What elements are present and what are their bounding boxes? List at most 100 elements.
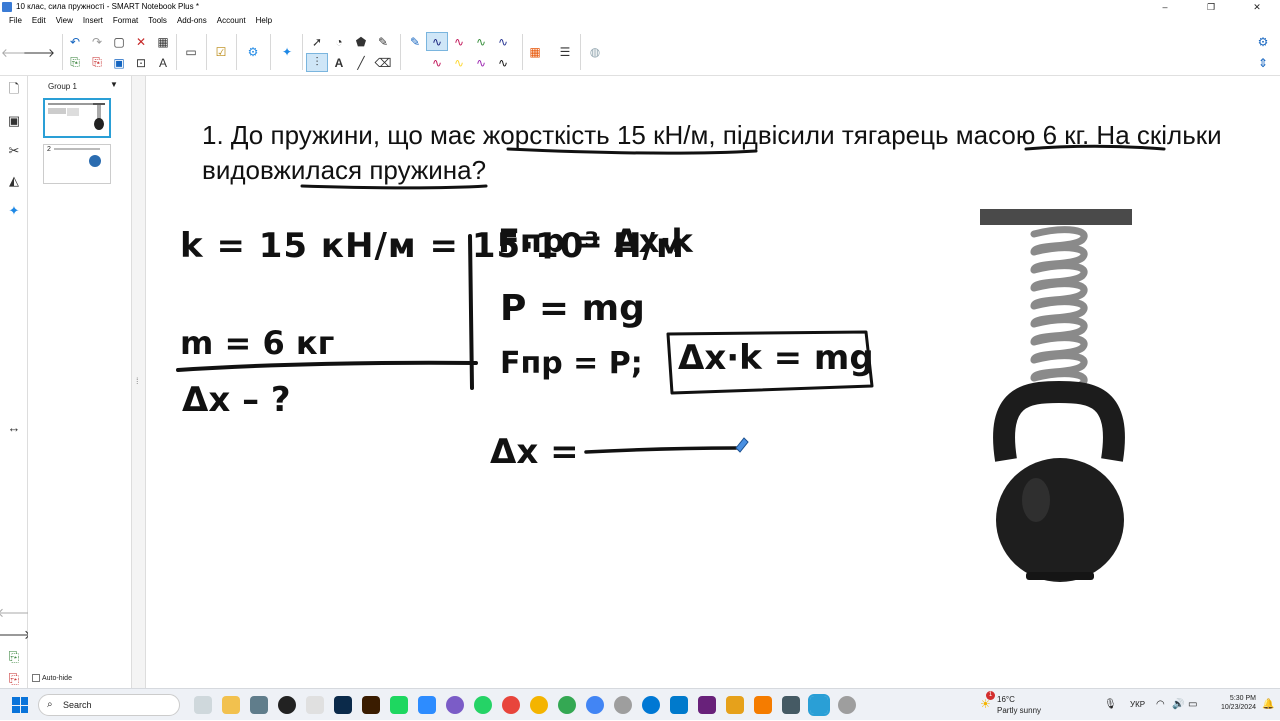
app-icon-2[interactable] <box>754 696 772 714</box>
visual-studio-icon[interactable] <box>698 696 716 714</box>
pen-style-pink-icon[interactable]: ∿ <box>426 53 448 72</box>
taskbar-search[interactable]: ⌕ Search <box>38 694 180 716</box>
pen-style-red-icon[interactable]: ∿ <box>448 32 470 51</box>
edge-icon[interactable] <box>642 696 660 714</box>
pen-style-navy-icon[interactable]: ∿ <box>492 32 514 51</box>
table-icon[interactable]: ▦ <box>152 32 174 51</box>
pen-style-blue-icon[interactable]: ∿ <box>426 32 448 51</box>
volume-icon[interactable]: 🔊 <box>1172 689 1186 721</box>
magic-pen-icon[interactable]: ✎ <box>372 32 394 51</box>
weather-widget[interactable]: ☀ 1 16°C Partly sunny <box>980 689 1060 721</box>
obs-icon[interactable] <box>278 696 296 714</box>
chrome-icon-5[interactable] <box>614 696 632 714</box>
menu-view[interactable]: View <box>51 14 78 28</box>
chevron-down-icon[interactable]: ▼ <box>110 80 118 89</box>
addon-icon[interactable]: ⚙ <box>242 43 264 62</box>
notifications-icon[interactable]: 🔔 <box>1262 689 1274 721</box>
app-icon-3[interactable] <box>782 696 800 714</box>
pen-style-black-icon[interactable]: ∿ <box>492 53 514 72</box>
pens-icon[interactable]: ⫶ <box>306 53 328 72</box>
photoshop-icon[interactable] <box>334 696 352 714</box>
pycharm-icon[interactable] <box>390 696 408 714</box>
menu-help[interactable]: Help <box>251 14 277 28</box>
windows-start-icon[interactable] <box>12 697 28 713</box>
fill-icon[interactable]: ⬟ <box>350 32 372 51</box>
undo-icon[interactable]: ↶ <box>64 32 86 51</box>
maximize-button[interactable]: ❐ <box>1188 0 1234 14</box>
delete-page-icon[interactable]: ⎘ <box>86 53 108 72</box>
chrome-icon-4[interactable] <box>586 696 604 714</box>
kettlebell-handle <box>993 380 1125 462</box>
toolbar-position-icon[interactable]: ⇕ <box>1252 53 1274 72</box>
pen-style-purple-icon[interactable]: ∿ <box>470 53 492 72</box>
properties-icon[interactable]: ◭ <box>0 166 28 196</box>
spring-coils <box>1030 226 1088 400</box>
insert-page-icon[interactable]: ⎘ <box>64 53 86 72</box>
page-sorter-icon[interactable]: 🗋 <box>0 76 28 106</box>
addons-tab-icon[interactable]: ✦ <box>0 196 28 226</box>
transparency-icon[interactable]: ◍ <box>584 43 606 62</box>
auto-hide-option[interactable]: Auto-hide <box>32 674 72 682</box>
auto-hide-checkbox[interactable] <box>32 674 40 682</box>
select-icon[interactable]: ➚ <box>306 32 328 51</box>
app-icon-1[interactable] <box>306 696 324 714</box>
clock[interactable]: 5:30 PM 10/23/2024 <box>1206 689 1256 721</box>
menu-insert[interactable]: Insert <box>78 14 108 28</box>
clock-time: 5:30 PM <box>1229 695 1256 702</box>
sublime-icon[interactable] <box>726 696 744 714</box>
save-icon[interactable]: ▣ <box>108 53 130 72</box>
file-explorer-icon[interactable] <box>222 696 240 714</box>
eraser-icon[interactable]: ⌫ <box>372 53 394 72</box>
resize-arrows-icon[interactable]: ↔ <box>0 412 28 442</box>
viber-icon[interactable] <box>446 696 464 714</box>
screen-shade-icon[interactable]: ⊡ <box>130 53 152 72</box>
menu-add-ons[interactable]: Add-ons <box>172 14 212 28</box>
paste-icon[interactable]: ▢ <box>108 32 130 51</box>
page-thumbnail-2[interactable]: 2 <box>43 144 111 184</box>
vscode-icon[interactable] <box>670 696 688 714</box>
redo-icon[interactable]: ↷ <box>86 32 108 51</box>
close-button[interactable]: ✕ <box>1234 0 1280 14</box>
chrome-icon-3[interactable] <box>558 696 576 714</box>
illustrator-icon[interactable] <box>362 696 380 714</box>
calculator-icon[interactable] <box>250 696 268 714</box>
pen-style-yellow-icon[interactable]: ∿ <box>448 53 470 72</box>
delete-icon[interactable]: ✕ <box>130 32 152 51</box>
pen-style-green-icon[interactable]: ∿ <box>470 32 492 51</box>
splitter-grip-icon[interactable]: ⁞ <box>136 376 139 386</box>
chrome-icon-1[interactable] <box>502 696 520 714</box>
text-icon[interactable]: A <box>328 53 350 72</box>
display-icon[interactable]: ▭ <box>180 43 202 62</box>
line-style-icon[interactable]: ☰ <box>554 43 576 62</box>
shapes-icon[interactable]: ◔ <box>328 32 350 51</box>
chrome-icon-2[interactable] <box>530 696 548 714</box>
attachments-icon[interactable]: ✂ <box>0 136 28 166</box>
task-view-icon[interactable] <box>194 696 212 714</box>
microphone-icon[interactable]: 🎙 <box>1104 689 1124 721</box>
gear-icon[interactable]: ⚙ <box>1252 32 1274 51</box>
next-page-icon[interactable]: 🡒 <box>23 43 55 62</box>
language-indicator[interactable]: УКР <box>1130 689 1154 721</box>
menu-tools[interactable]: Tools <box>143 14 172 28</box>
pen-icon[interactable]: ✎ <box>404 32 426 51</box>
text-recognition-icon[interactable]: A <box>152 53 174 72</box>
menu-file[interactable]: File <box>4 14 27 28</box>
battery-icon[interactable]: ▭ <box>1188 689 1202 721</box>
whatsapp-icon[interactable] <box>474 696 492 714</box>
gallery-tab-icon[interactable]: ▣ <box>0 106 28 136</box>
line-icon[interactable]: ╱ <box>350 53 372 72</box>
app-icon-4[interactable] <box>838 696 856 714</box>
zoom-icon[interactable] <box>418 696 436 714</box>
menu-format[interactable]: Format <box>108 14 143 28</box>
color-palette-icon[interactable]: ▦ <box>524 43 546 62</box>
menu-account[interactable]: Account <box>212 14 251 28</box>
slide-canvas[interactable]: 1. До пружини, що має жорсткість 15 кН/м… <box>146 76 1280 688</box>
gallery-icon[interactable]: ✦ <box>276 43 298 62</box>
menu-edit[interactable]: Edit <box>27 14 51 28</box>
minimize-button[interactable]: – <box>1142 0 1188 14</box>
sidebar-splitter[interactable]: ⁞ <box>132 76 146 688</box>
page-thumbnail-1[interactable] <box>43 98 111 138</box>
response-icon[interactable]: ☑ <box>210 43 232 62</box>
smart-notebook-taskbar-icon[interactable] <box>808 694 830 716</box>
wifi-icon[interactable]: ◠ <box>1156 689 1170 721</box>
